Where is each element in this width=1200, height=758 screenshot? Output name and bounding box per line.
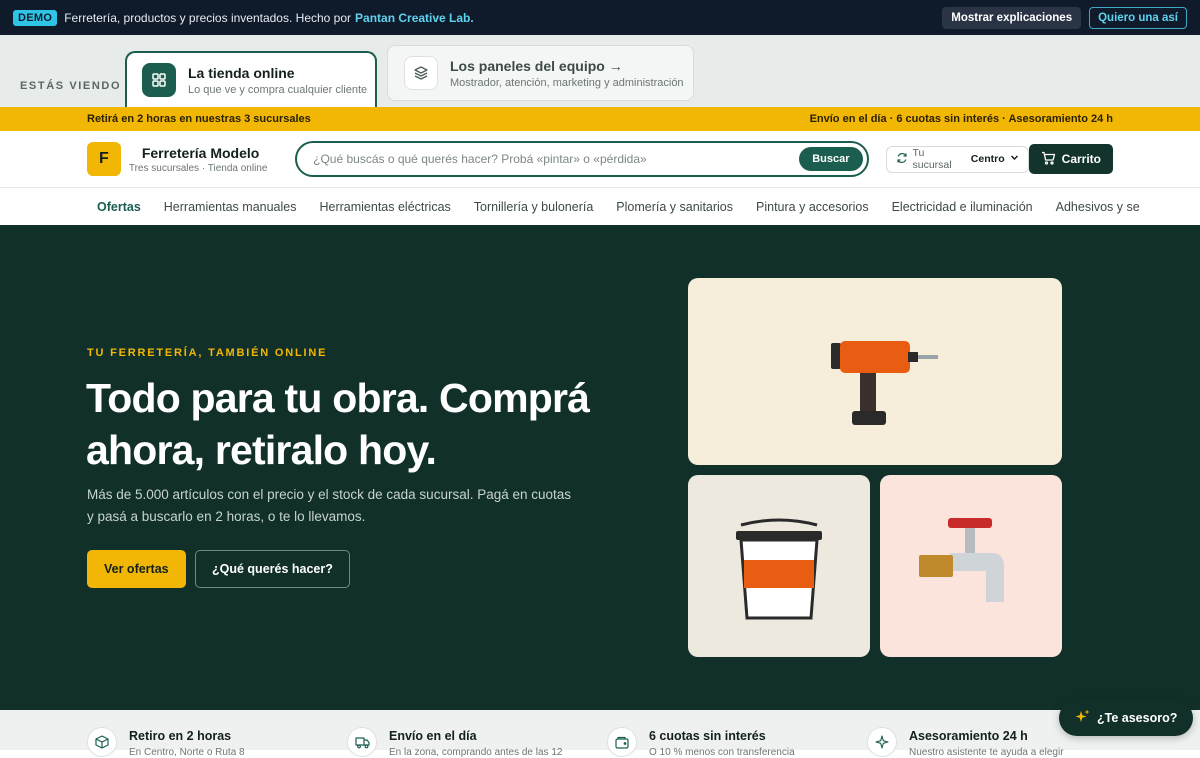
store-subtitle: Tres sucursales · Tienda online bbox=[128, 162, 268, 174]
drill-tile bbox=[688, 278, 1062, 465]
feature-item: Retiro en 2 horas En Centro, Norte o Rut… bbox=[87, 710, 347, 758]
tab-subtitle: Lo que ve y compra cualquier cliente bbox=[188, 83, 368, 96]
category-tornilleria[interactable]: Tornillería y bulonería bbox=[474, 200, 594, 214]
category-pintura[interactable]: Pintura y accesorios bbox=[756, 200, 869, 214]
feature-item: Envío en el día En la zona, comprando an… bbox=[347, 710, 607, 758]
branch-label: Tu sucursal bbox=[912, 147, 952, 171]
category-nav: Ofertas Herramientas manuales Herramient… bbox=[0, 188, 1200, 226]
features-strip: Retiro en 2 horas En Centro, Norte o Rut… bbox=[0, 710, 1200, 758]
category-adhesivos[interactable]: Adhesivos y se bbox=[1056, 200, 1140, 214]
tab-title: Los paneles del equipo → bbox=[450, 57, 623, 74]
box-icon bbox=[87, 727, 117, 757]
branch-selector[interactable]: Tu sucursal Centro bbox=[885, 145, 1029, 173]
want-this-button[interactable]: Quiero una así bbox=[1089, 6, 1187, 29]
sparkle-icon bbox=[1075, 709, 1090, 727]
cart-icon bbox=[1041, 151, 1056, 168]
promo-left: Retirá en 2 horas en nuestras 3 sucursal… bbox=[87, 113, 311, 125]
advisor-chat-button[interactable]: ¿Te asesoro? bbox=[1059, 700, 1194, 736]
feature-subtitle: Nuestro asistente te ayuda a elegir bbox=[909, 747, 1064, 758]
cart-label: Carrito bbox=[1061, 152, 1101, 166]
category-herramientas-manuales[interactable]: Herramientas manuales bbox=[164, 200, 297, 214]
promo-strip: Retirá en 2 horas en nuestras 3 sucursal… bbox=[0, 107, 1200, 131]
wallet-icon bbox=[607, 727, 637, 757]
hero-section: TU FERRETERÍA, TAMBIÉN ONLINE Todo para … bbox=[0, 225, 1200, 710]
demo-bar: DEMO Ferretería, productos y precios inv… bbox=[0, 0, 1200, 35]
feature-subtitle: En Centro, Norte o Ruta 8 bbox=[129, 747, 245, 758]
tab-subtitle: Mostrador, atención, marketing y adminis… bbox=[450, 76, 684, 89]
cart-button[interactable]: Carrito bbox=[1028, 144, 1113, 174]
feature-title: 6 cuotas sin interés bbox=[649, 729, 766, 743]
hero-title: Todo para tu obra. Comprá ahora, retiral… bbox=[86, 375, 590, 473]
category-plomeria[interactable]: Plomería y sanitarios bbox=[616, 200, 733, 214]
tab-online-store[interactable]: La tienda online Lo que ve y compra cual… bbox=[125, 51, 377, 107]
viewing-label: ESTÁS VIENDO bbox=[20, 80, 122, 92]
search-input[interactable] bbox=[313, 152, 800, 166]
hero-eyebrow: TU FERRETERÍA, TAMBIÉN ONLINE bbox=[87, 347, 328, 359]
paint-bucket-tile bbox=[688, 475, 870, 657]
refresh-icon bbox=[896, 152, 908, 167]
chevron-down-icon bbox=[1010, 153, 1019, 165]
faucet-illustration bbox=[919, 518, 1004, 602]
show-explanations-button[interactable]: Mostrar explicaciones bbox=[942, 6, 1082, 29]
category-herramientas-electricas[interactable]: Herramientas eléctricas bbox=[319, 200, 450, 214]
grid-icon bbox=[142, 63, 176, 97]
feature-title: Retiro en 2 horas bbox=[129, 729, 232, 743]
demo-disclaimer: Ferretería, productos y precios inventad… bbox=[64, 10, 474, 25]
what-to-do-button[interactable]: ¿Qué querés hacer? bbox=[195, 550, 350, 588]
feature-title: Asesoramiento 24 h bbox=[909, 729, 1028, 743]
feature-subtitle: O 10 % menos con transferencia bbox=[649, 747, 795, 758]
tab-team-panels[interactable]: Los paneles del equipo → Mostrador, aten… bbox=[387, 45, 694, 101]
feature-item: 6 cuotas sin interés O 10 % menos con tr… bbox=[607, 710, 867, 758]
demo-badge: DEMO bbox=[13, 9, 58, 26]
tab-title: La tienda online bbox=[188, 64, 295, 81]
category-ofertas[interactable]: Ofertas bbox=[97, 200, 141, 214]
hero-description: Más de 5.000 artículos con el precio y e… bbox=[87, 487, 572, 524]
logo[interactable]: F bbox=[87, 142, 121, 176]
search-bar: Buscar bbox=[295, 141, 869, 177]
feature-title: Envío en el día bbox=[389, 729, 477, 743]
advisor-label: ¿Te asesoro? bbox=[1097, 711, 1178, 725]
faucet-tile bbox=[880, 475, 1062, 657]
promo-right: Envío en el día · 6 cuotas sin interés ·… bbox=[809, 113, 1113, 125]
search-button[interactable]: Buscar bbox=[799, 147, 863, 171]
category-electricidad[interactable]: Electricidad e iluminación bbox=[892, 200, 1033, 214]
drill-illustration bbox=[831, 341, 938, 425]
store-name: Ferretería Modelo bbox=[141, 144, 260, 161]
layers-icon bbox=[404, 56, 438, 90]
feature-subtitle: En la zona, comprando antes de las 12 bbox=[389, 747, 563, 758]
view-switcher: ESTÁS VIENDO La tienda online Lo que ve … bbox=[0, 35, 1200, 107]
bucket-illustration bbox=[736, 518, 822, 620]
truck-icon bbox=[347, 727, 377, 757]
creator-link[interactable]: Pantan Creative Lab. bbox=[355, 11, 474, 25]
sparkle-icon bbox=[867, 727, 897, 757]
branch-value: Centro bbox=[970, 153, 1005, 165]
store-header: F Ferretería Modelo Tres sucursales · Ti… bbox=[0, 131, 1200, 188]
view-offers-button[interactable]: Ver ofertas bbox=[87, 550, 186, 588]
